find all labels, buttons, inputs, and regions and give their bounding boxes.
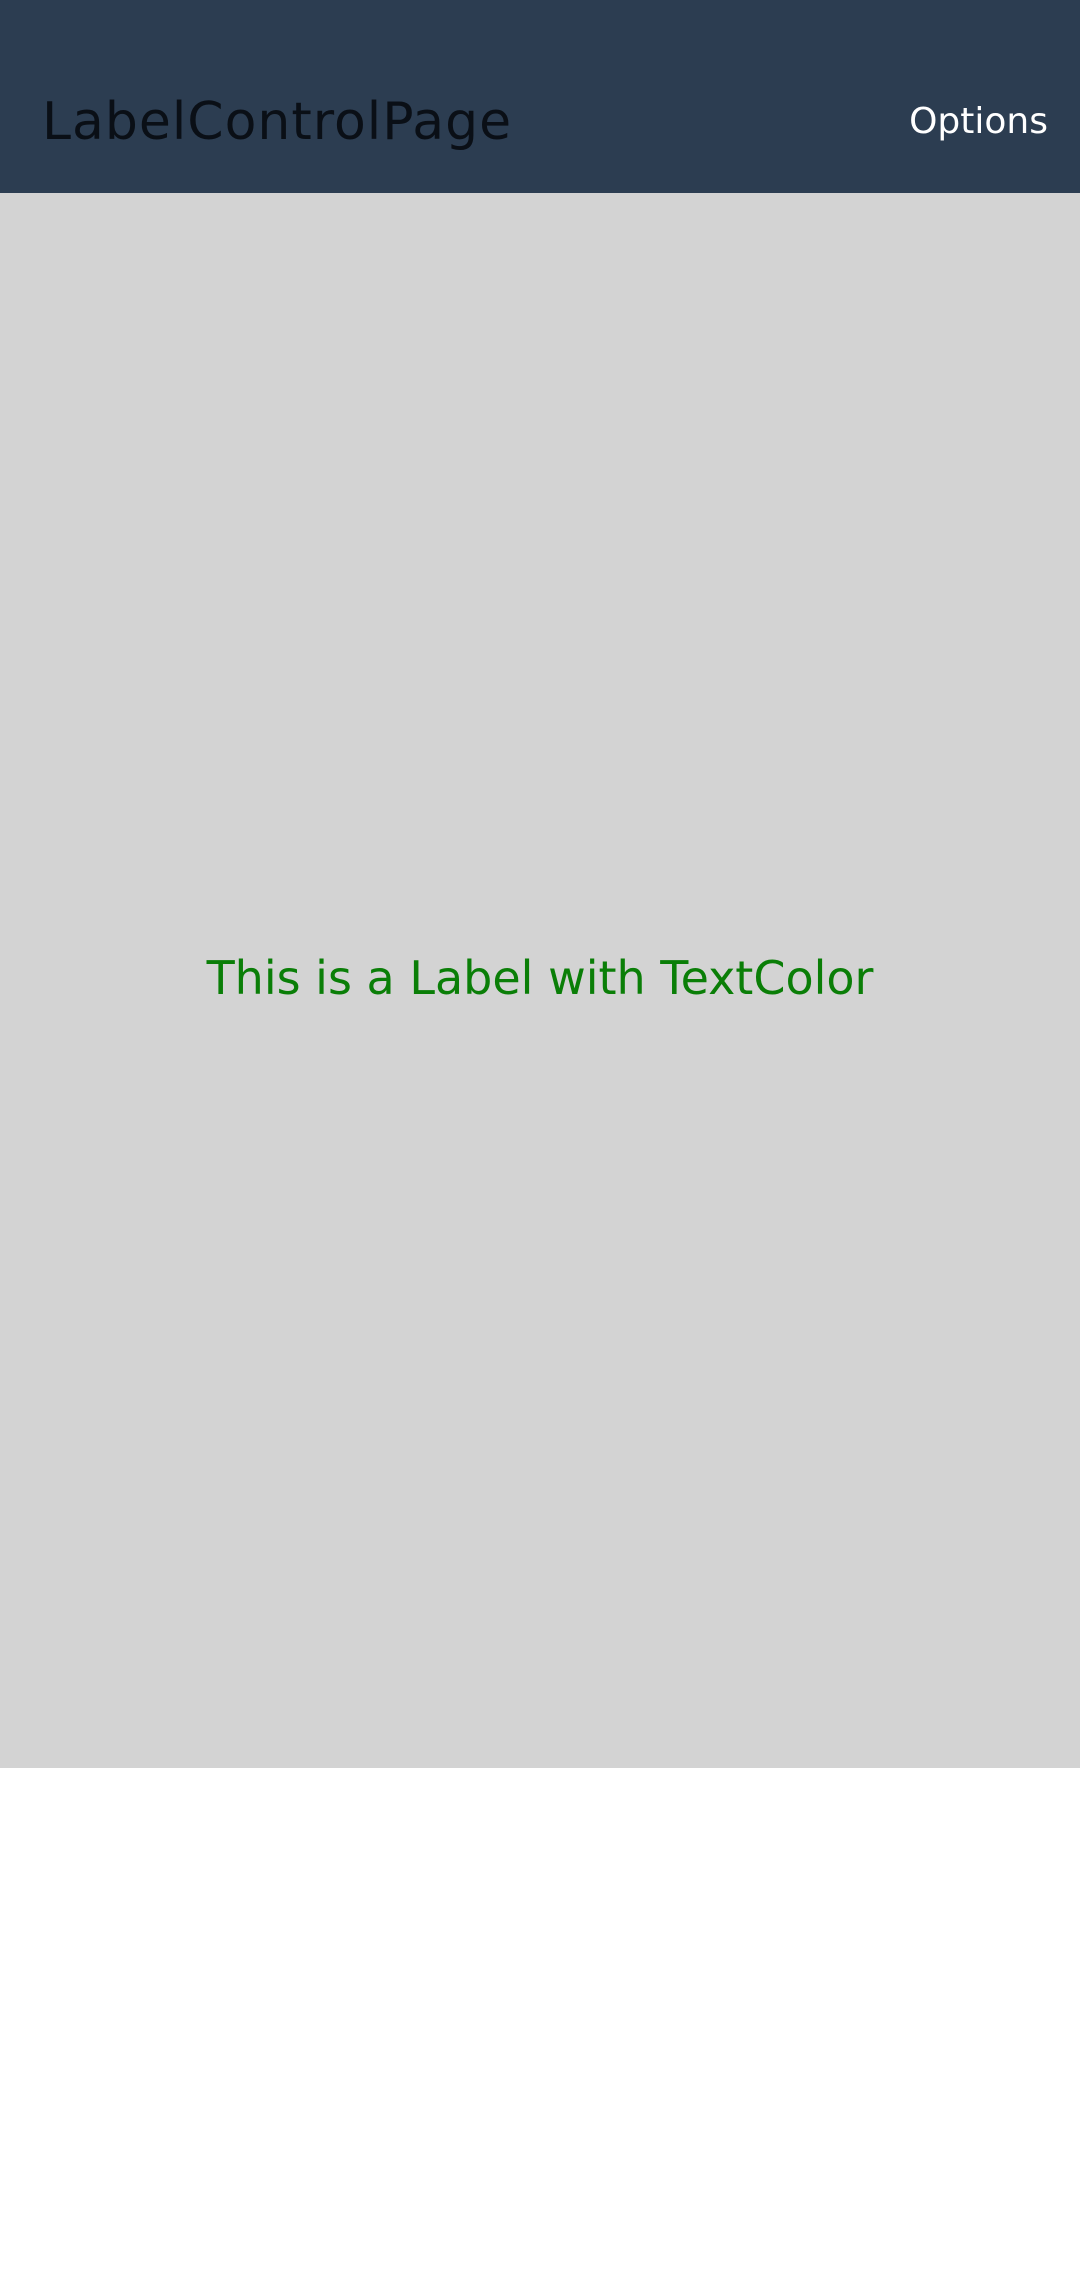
text-color-label: This is a Label with TextColor — [206, 951, 874, 1005]
empty-area — [0, 1768, 1080, 2289]
options-button[interactable]: Options — [909, 98, 1048, 146]
content-area: This is a Label with TextColor — [0, 193, 1080, 1768]
app-bar: LabelControlPage Options — [0, 0, 1080, 193]
page-title: LabelControlPage — [42, 92, 513, 152]
